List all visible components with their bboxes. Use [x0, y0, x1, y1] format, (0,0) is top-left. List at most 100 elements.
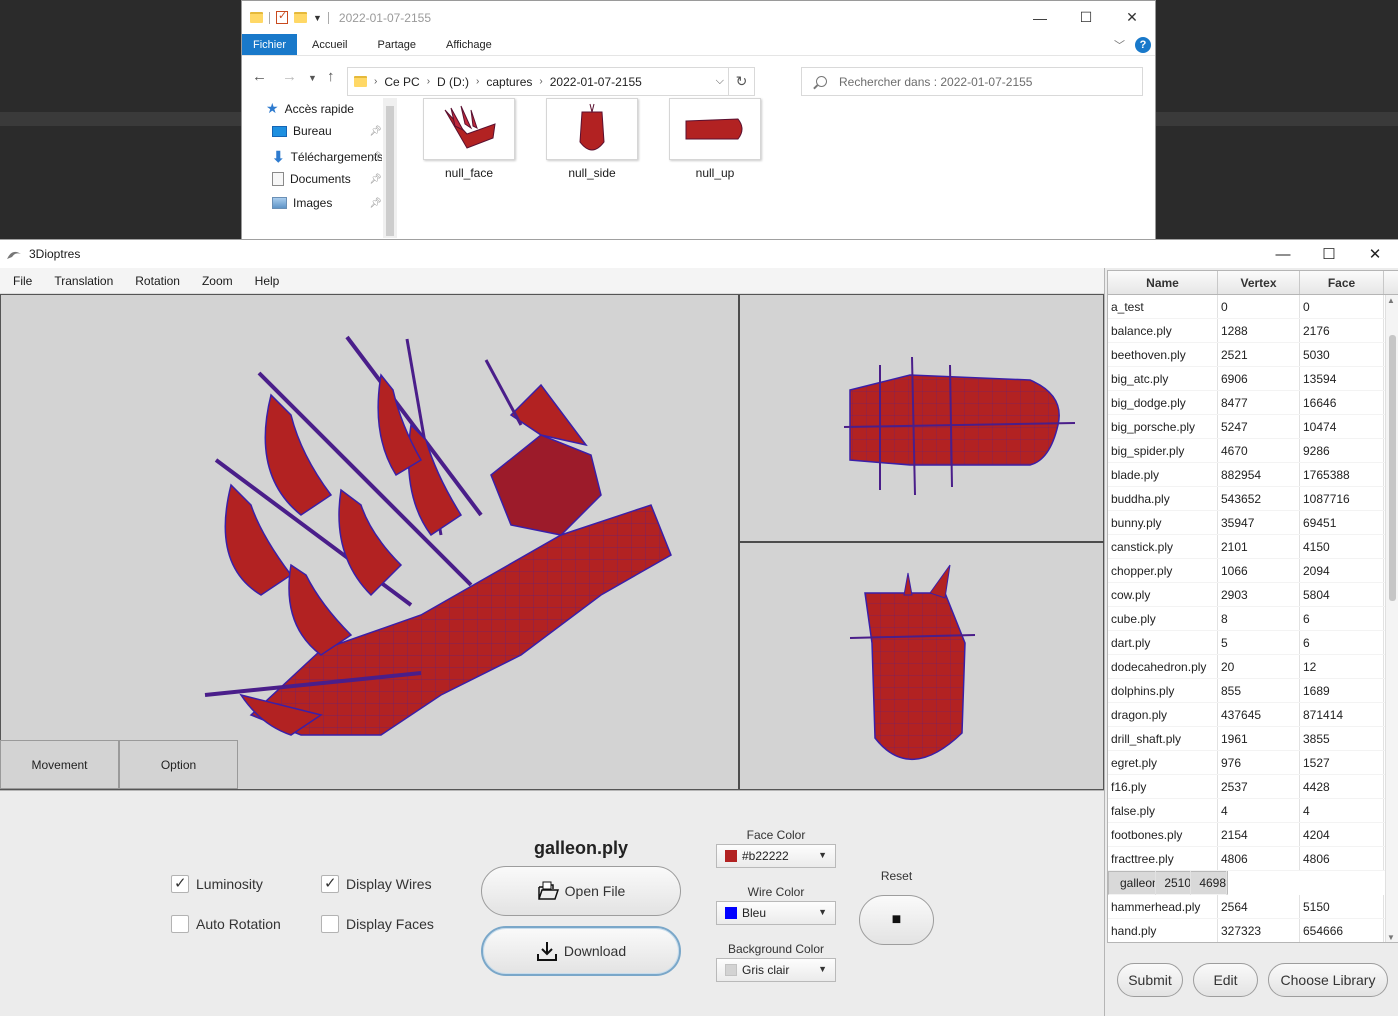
perspective-view[interactable] — [1, 295, 738, 789]
minimize-button[interactable]: — — [1017, 1, 1063, 34]
menu-help[interactable]: Help — [242, 274, 289, 288]
cell-vertex: 5 — [1218, 631, 1300, 654]
table-row[interactable]: false.ply 4 4 — [1108, 799, 1398, 823]
file-item-null-face[interactable]: null_face — [419, 98, 519, 180]
help-icon[interactable]: ? — [1135, 37, 1151, 53]
table-row[interactable]: a_test 0 0 — [1108, 295, 1398, 319]
ribbon-tab-accueil[interactable]: Accueil — [297, 34, 362, 55]
table-row[interactable]: fracttree.ply 4806 4806 — [1108, 847, 1398, 871]
new-folder-icon[interactable] — [294, 12, 307, 23]
menu-zoom[interactable]: Zoom — [189, 274, 242, 288]
table-row[interactable]: buddha.ply 543652 1087716 — [1108, 487, 1398, 511]
scrollbar-thumb[interactable] — [1389, 335, 1396, 601]
column-header-face[interactable]: Face — [1300, 271, 1384, 294]
file-item-null-up[interactable]: null_up — [665, 98, 765, 180]
table-scrollbar[interactable]: ▲ ▼ — [1385, 295, 1398, 942]
table-row[interactable]: hammerhead.ply 2564 5150 — [1108, 895, 1398, 919]
separator — [327, 11, 329, 24]
column-header-vertex[interactable]: Vertex — [1218, 271, 1300, 294]
close-button[interactable]: ✕ — [1109, 1, 1155, 34]
menu-rotation[interactable]: Rotation — [122, 274, 189, 288]
column-header-name[interactable]: Name — [1108, 271, 1218, 294]
search-input[interactable]: Rechercher dans : 2022-01-07-2155 — [801, 67, 1143, 96]
ribbon-tab-fichier[interactable]: Fichier — [242, 34, 298, 55]
tab-option[interactable]: Option — [119, 740, 238, 789]
submit-button[interactable]: Submit — [1117, 963, 1183, 997]
table-row[interactable]: galleon.ply25104698 — [1108, 871, 1228, 895]
table-row[interactable]: footbones.ply 2154 4204 — [1108, 823, 1398, 847]
download-button[interactable]: Download — [481, 926, 681, 976]
nav-item-acces-rapide[interactable]: ★ Accès rapide — [266, 100, 376, 117]
chevron-down-icon[interactable]: ⌵ — [716, 75, 724, 88]
file-item-null-side[interactable]: null_side — [542, 98, 642, 180]
auto-rotation-checkbox[interactable]: Auto Rotation — [171, 915, 281, 933]
scroll-down-icon[interactable]: ▼ — [1387, 933, 1395, 942]
display-wires-checkbox[interactable]: Display Wires — [321, 874, 432, 893]
cell-vertex: 35947 — [1218, 511, 1300, 534]
table-row[interactable]: dragon.ply 437645 871414 — [1108, 703, 1398, 727]
table-row[interactable]: egret.ply 976 1527 — [1108, 751, 1398, 775]
nav-item-telechargements[interactable]: ⬇ Téléchargements 📌︎ — [272, 148, 382, 166]
open-file-button[interactable]: Open File — [481, 866, 681, 916]
edit-button[interactable]: Edit — [1193, 963, 1258, 997]
table-row[interactable]: big_spider.ply 4670 9286 — [1108, 439, 1398, 463]
table-row[interactable]: hand.ply 327323 654666 — [1108, 919, 1398, 942]
face-color-select[interactable]: #b22222 ▼ — [716, 844, 836, 868]
table-row[interactable]: beethoven.ply 2521 5030 — [1108, 343, 1398, 367]
table-row[interactable]: chopper.ply 1066 2094 — [1108, 559, 1398, 583]
minimize-button[interactable]: — — [1260, 240, 1306, 268]
table-row[interactable]: balance.ply 1288 2176 — [1108, 319, 1398, 343]
luminosity-checkbox[interactable]: Luminosity — [171, 874, 263, 893]
maximize-button[interactable]: ☐ — [1306, 240, 1352, 268]
dolphin-logo-icon — [7, 251, 21, 259]
table-row[interactable]: dodecahedron.ply 20 12 — [1108, 655, 1398, 679]
menu-file[interactable]: File — [0, 274, 41, 288]
table-row[interactable]: big_atc.ply 6906 13594 — [1108, 367, 1398, 391]
table-row[interactable]: big_porsche.ply 5247 10474 — [1108, 415, 1398, 439]
table-row[interactable]: cow.ply 2903 5804 — [1108, 583, 1398, 607]
ribbon-tab-partage[interactable]: Partage — [362, 34, 431, 55]
table-row[interactable]: dolphins.ply 855 1689 — [1108, 679, 1398, 703]
scroll-up-icon[interactable]: ▲ — [1387, 296, 1395, 305]
breadcrumb-item[interactable]: captures — [486, 75, 532, 89]
top-view[interactable] — [740, 295, 1105, 541]
table-row[interactable]: canstick.ply 2101 4150 — [1108, 535, 1398, 559]
expand-ribbon-icon[interactable]: ﹀ — [1114, 37, 1125, 53]
table-row[interactable]: f16.ply 2537 4428 — [1108, 775, 1398, 799]
reset-button[interactable]: ■ — [859, 895, 934, 945]
cell-face: 5030 — [1300, 343, 1384, 366]
ribbon-tab-affichage[interactable]: Affichage — [431, 34, 507, 55]
breadcrumb-item[interactable]: Ce PC — [384, 75, 419, 89]
display-faces-checkbox[interactable]: Display Faces — [321, 915, 434, 933]
choose-library-button[interactable]: Choose Library — [1268, 963, 1388, 997]
tab-movement[interactable]: Movement — [0, 740, 119, 789]
nav-scrollbar[interactable] — [383, 98, 397, 238]
recent-locations-icon[interactable]: ▼ — [308, 73, 317, 83]
customize-toolbar-icon[interactable]: ▼ — [313, 13, 322, 23]
table-row[interactable]: dart.ply 5 6 — [1108, 631, 1398, 655]
refresh-icon[interactable]: ↻ — [728, 68, 754, 95]
close-button[interactable]: ✕ — [1352, 240, 1398, 268]
maximize-button[interactable]: ☐ — [1063, 1, 1109, 34]
table-row[interactable]: cube.ply 8 6 — [1108, 607, 1398, 631]
table-row[interactable]: bunny.ply 35947 69451 — [1108, 511, 1398, 535]
wire-color-group: Wire Color Bleu ▼ — [716, 885, 836, 925]
table-row[interactable]: blade.ply 882954 1765388 — [1108, 463, 1398, 487]
nav-item-images[interactable]: Images 📌︎ — [272, 196, 382, 210]
front-view[interactable] — [740, 543, 1105, 789]
background-color-select[interactable]: Gris clair ▼ — [716, 958, 836, 982]
breadcrumb-item[interactable]: D (D:) — [437, 75, 469, 89]
address-bar[interactable]: › Ce PC › D (D:) › captures › 2022-01-07… — [347, 67, 755, 96]
table-row[interactable]: drill_shaft.ply 1961 3855 — [1108, 727, 1398, 751]
up-arrow-icon[interactable]: ↑ — [327, 68, 335, 85]
nav-item-bureau[interactable]: Bureau 📌︎ — [272, 124, 382, 138]
nav-label: Téléchargements — [290, 150, 382, 164]
breadcrumb-item[interactable]: 2022-01-07-2155 — [550, 75, 642, 89]
wire-color-select[interactable]: Bleu ▼ — [716, 901, 836, 925]
back-arrow-icon[interactable]: ← — [252, 68, 267, 85]
properties-icon[interactable] — [276, 9, 288, 24]
forward-arrow-icon[interactable]: → — [282, 68, 297, 85]
nav-item-documents[interactable]: Documents 📌︎ — [272, 172, 382, 186]
menu-translation[interactable]: Translation — [41, 274, 122, 288]
table-row[interactable]: big_dodge.ply 8477 16646 — [1108, 391, 1398, 415]
